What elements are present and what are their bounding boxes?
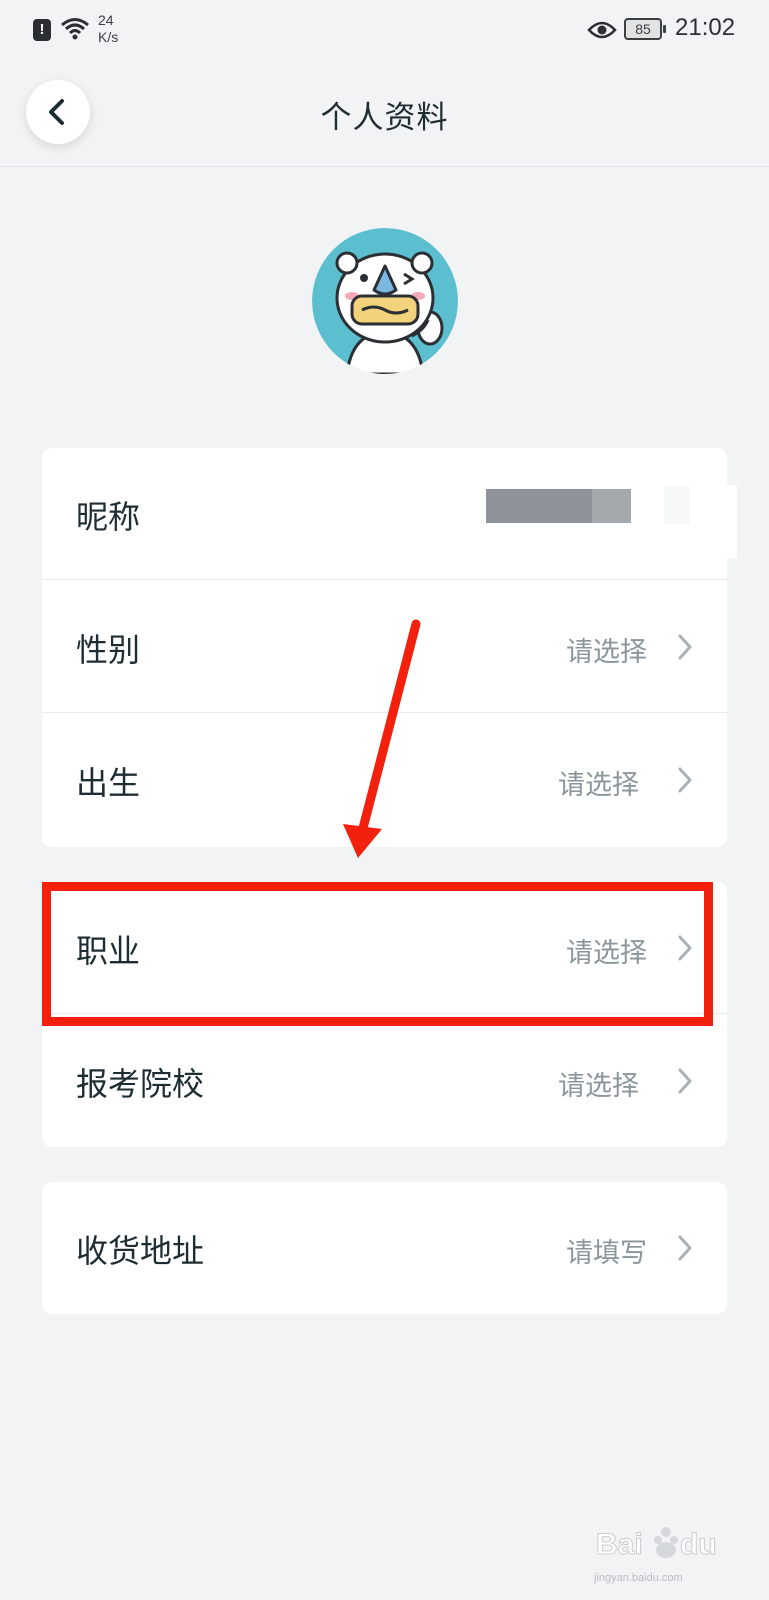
row-birth[interactable]: 出生 请选择 bbox=[42, 714, 727, 846]
alert-icon: ! bbox=[33, 19, 51, 41]
profile-card-basic: 昵称 性别 请选择 出生 请选择 bbox=[42, 448, 727, 847]
row-nickname[interactable]: 昵称 bbox=[42, 448, 727, 580]
network-speed: 24 K/s bbox=[98, 12, 119, 45]
clock: 21:02 bbox=[675, 14, 736, 41]
row-target-school[interactable]: 报考院校 请选择 bbox=[42, 1015, 727, 1147]
row-label: 收货地址 bbox=[76, 1232, 205, 1270]
row-value: 请选择 bbox=[566, 637, 647, 668]
battery-indicator: 85 bbox=[624, 18, 666, 40]
watermark-url: jingyan.baidu.com bbox=[594, 1572, 683, 1584]
avatar[interactable] bbox=[312, 228, 458, 374]
chevron-right-icon bbox=[678, 1068, 692, 1094]
status-bar: ! 24 K/s 85 21:02 bbox=[0, 0, 769, 62]
cartoon-bear-avatar-icon bbox=[312, 228, 458, 374]
redacted-nickname-part bbox=[592, 489, 631, 523]
annotation-highlight-box bbox=[42, 882, 713, 1026]
row-value: 请选择 bbox=[558, 770, 639, 801]
row-gender[interactable]: 性别 请选择 bbox=[42, 581, 727, 713]
row-value: 请选择 bbox=[558, 1071, 639, 1102]
app-header: 个人资料 bbox=[0, 62, 769, 167]
chevron-right-icon bbox=[678, 1235, 692, 1261]
redacted-edge bbox=[690, 485, 737, 558]
svg-text:du: du bbox=[680, 1528, 717, 1561]
eye-icon bbox=[587, 21, 617, 39]
chevron-right-icon bbox=[678, 634, 692, 660]
row-value: 请填写 bbox=[566, 1238, 647, 1269]
chevron-right-icon bbox=[678, 767, 692, 793]
row-label: 报考院校 bbox=[76, 1065, 205, 1103]
svg-text:Bai: Bai bbox=[596, 1528, 643, 1561]
wifi-icon bbox=[61, 18, 89, 40]
profile-card-address: 收货地址 请填写 bbox=[42, 1182, 727, 1314]
row-label: 出生 bbox=[76, 764, 141, 802]
baidu-jingyan-watermark-icon: Bai du bbox=[596, 1527, 717, 1562]
row-label: 性别 bbox=[76, 631, 141, 669]
row-label: 昵称 bbox=[76, 498, 141, 536]
row-shipping-address[interactable]: 收货地址 请填写 bbox=[42, 1182, 727, 1314]
page-title: 个人资料 bbox=[320, 100, 449, 136]
